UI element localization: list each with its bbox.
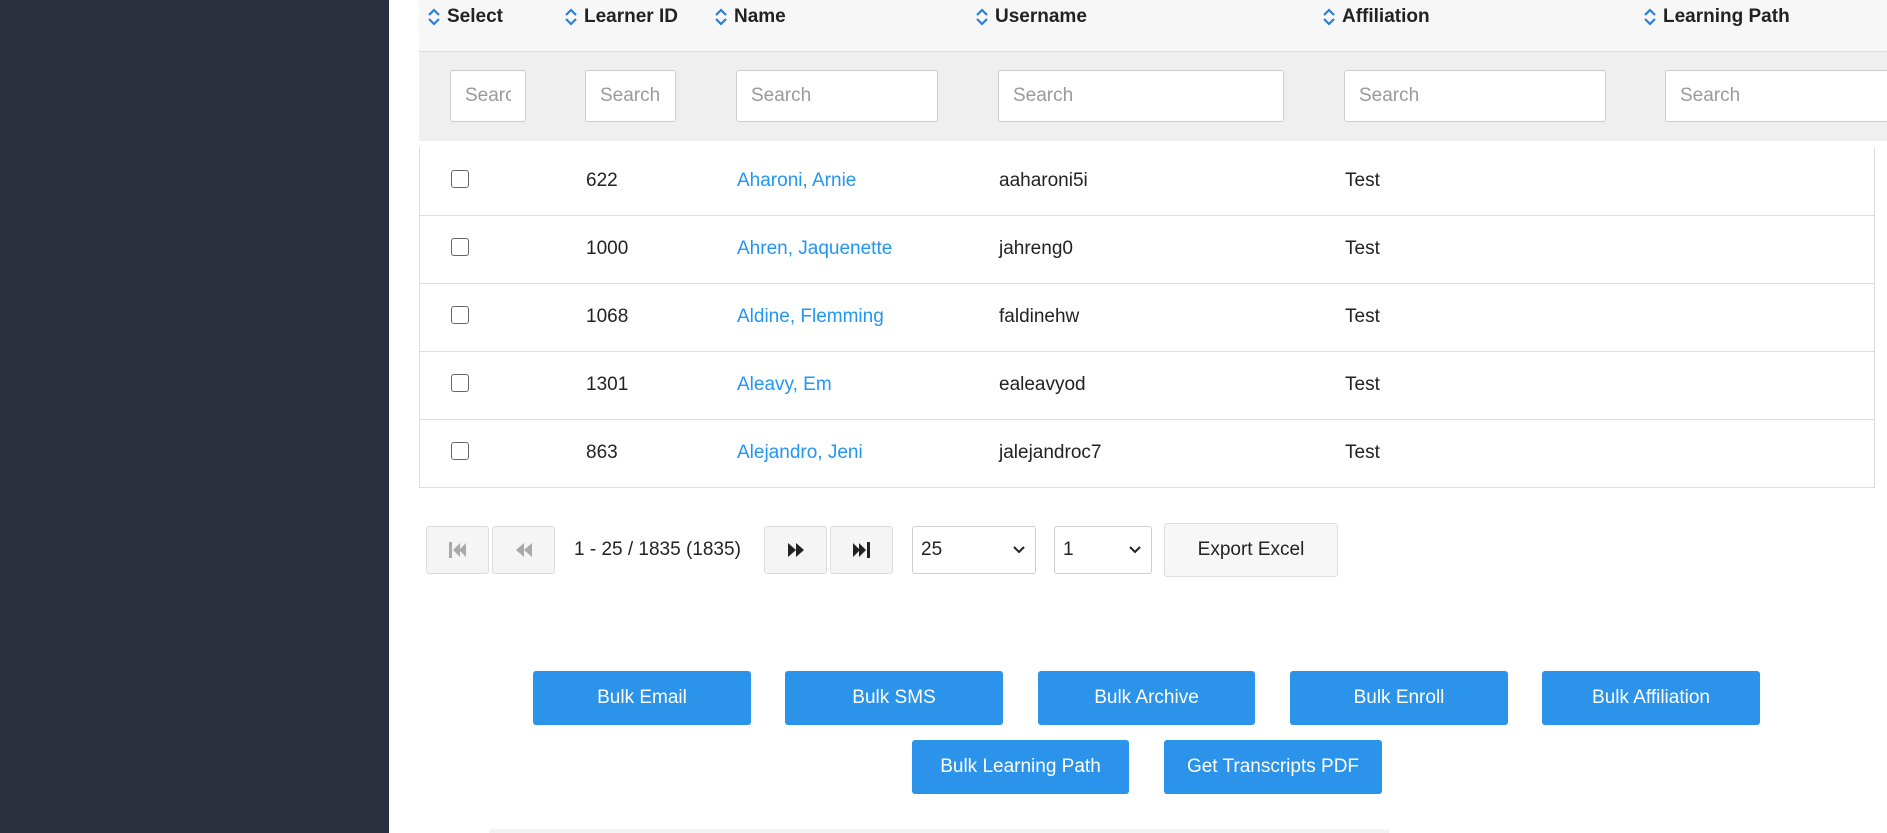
column-header-select[interactable]: Select	[427, 0, 503, 34]
username-search-input[interactable]	[998, 70, 1284, 122]
table-body: 622 Aharoni, Arnie aaharoni5i Test 1000 …	[419, 147, 1875, 488]
learning-path-search-input[interactable]	[1665, 70, 1887, 122]
affiliation-cell: Test	[1345, 170, 1380, 191]
bulk-sms-button[interactable]: Bulk SMS	[785, 671, 1003, 725]
table-row: 1000 Ahren, Jaquenette jahreng0 Test	[420, 215, 1874, 284]
table-row: 1068 Aldine, Flemming faldinehw Test	[420, 283, 1874, 352]
learner-id-cell: 1068	[586, 306, 629, 327]
column-header-affiliation[interactable]: Affiliation	[1322, 0, 1430, 34]
column-header-learning-path[interactable]: Learning Path	[1643, 0, 1790, 34]
page-number-value: 1	[1063, 539, 1074, 560]
sort-icon	[715, 8, 727, 26]
row-checkbox[interactable]	[451, 238, 469, 256]
table-header: Select Learner ID Name Username Affiliat…	[419, 0, 1887, 52]
column-label: Name	[734, 6, 786, 27]
page-size-select[interactable]: 25	[912, 526, 1036, 574]
table-row: 1301 Aleavy, Em ealeavyod Test	[420, 351, 1874, 420]
username-cell: faldinehw	[999, 306, 1080, 327]
first-page-button[interactable]	[426, 526, 489, 574]
page-number-select[interactable]: 1	[1054, 526, 1152, 574]
learner-name-link[interactable]: Aleavy, Em	[737, 351, 832, 419]
username-cell: ealeavyod	[999, 374, 1086, 395]
bulk-affiliation-button[interactable]: Bulk Affiliation	[1542, 671, 1760, 725]
sort-icon	[1644, 8, 1656, 26]
learner-name-link[interactable]: Aldine, Flemming	[737, 283, 884, 351]
column-label: Username	[995, 6, 1087, 27]
divider	[489, 829, 1389, 833]
next-page-icon	[787, 543, 804, 557]
filter-row	[419, 52, 1887, 141]
sidebar	[0, 0, 389, 833]
prev-page-icon	[515, 543, 532, 557]
sort-icon	[1323, 8, 1335, 26]
bulk-email-button[interactable]: Bulk Email	[533, 671, 751, 725]
pagination-info: 1 - 25 / 1835 (1835)	[574, 539, 741, 560]
learner-id-cell: 622	[586, 170, 618, 191]
row-checkbox[interactable]	[451, 374, 469, 392]
prev-page-button[interactable]	[492, 526, 555, 574]
page-size-value: 25	[921, 539, 943, 560]
learner-id-cell: 863	[586, 442, 618, 463]
sort-icon	[976, 8, 988, 26]
select-search-input[interactable]	[450, 70, 526, 122]
affiliation-search-input[interactable]	[1344, 70, 1606, 122]
main-content: Select Learner ID Name Username Affiliat…	[389, 0, 1887, 833]
table-row: 863 Alejandro, Jeni jalejandroc7 Test	[420, 419, 1874, 487]
learner-id-cell: 1000	[586, 238, 629, 259]
learner-name-link[interactable]: Aharoni, Arnie	[737, 147, 856, 215]
bulk-enroll-button[interactable]: Bulk Enroll	[1290, 671, 1508, 725]
affiliation-cell: Test	[1345, 374, 1380, 395]
export-excel-button[interactable]: Export Excel	[1164, 523, 1338, 577]
column-label: Select	[447, 6, 503, 27]
learner-id-cell: 1301	[586, 374, 629, 395]
affiliation-cell: Test	[1345, 238, 1380, 259]
username-cell: jalejandroc7	[999, 442, 1102, 463]
last-page-icon	[852, 542, 870, 558]
chevron-down-icon	[1013, 546, 1025, 554]
column-header-username[interactable]: Username	[975, 0, 1087, 34]
row-checkbox[interactable]	[451, 306, 469, 324]
sort-icon	[428, 8, 440, 26]
row-checkbox[interactable]	[451, 442, 469, 460]
next-page-button[interactable]	[764, 526, 827, 574]
column-header-name[interactable]: Name	[714, 0, 786, 34]
bulk-archive-button[interactable]: Bulk Archive	[1038, 671, 1255, 725]
column-label: Learning Path	[1663, 6, 1790, 27]
column-label: Learner ID	[584, 6, 678, 27]
affiliation-cell: Test	[1345, 442, 1380, 463]
first-page-icon	[448, 542, 466, 558]
sort-icon	[565, 8, 577, 26]
get-transcripts-pdf-button[interactable]: Get Transcripts PDF	[1164, 740, 1382, 794]
name-search-input[interactable]	[736, 70, 938, 122]
affiliation-cell: Test	[1345, 306, 1380, 327]
chevron-down-icon	[1129, 546, 1141, 554]
learner-id-search-input[interactable]	[585, 70, 676, 122]
last-page-button[interactable]	[830, 526, 893, 574]
column-header-learner-id[interactable]: Learner ID	[564, 0, 678, 34]
column-label: Affiliation	[1342, 6, 1430, 27]
table-row: 622 Aharoni, Arnie aaharoni5i Test	[420, 147, 1874, 216]
username-cell: aaharoni5i	[999, 170, 1088, 191]
bulk-learning-path-button[interactable]: Bulk Learning Path	[912, 740, 1129, 794]
learner-name-link[interactable]: Ahren, Jaquenette	[737, 215, 892, 283]
row-checkbox[interactable]	[451, 170, 469, 188]
learner-name-link[interactable]: Alejandro, Jeni	[737, 419, 863, 487]
username-cell: jahreng0	[999, 238, 1073, 259]
